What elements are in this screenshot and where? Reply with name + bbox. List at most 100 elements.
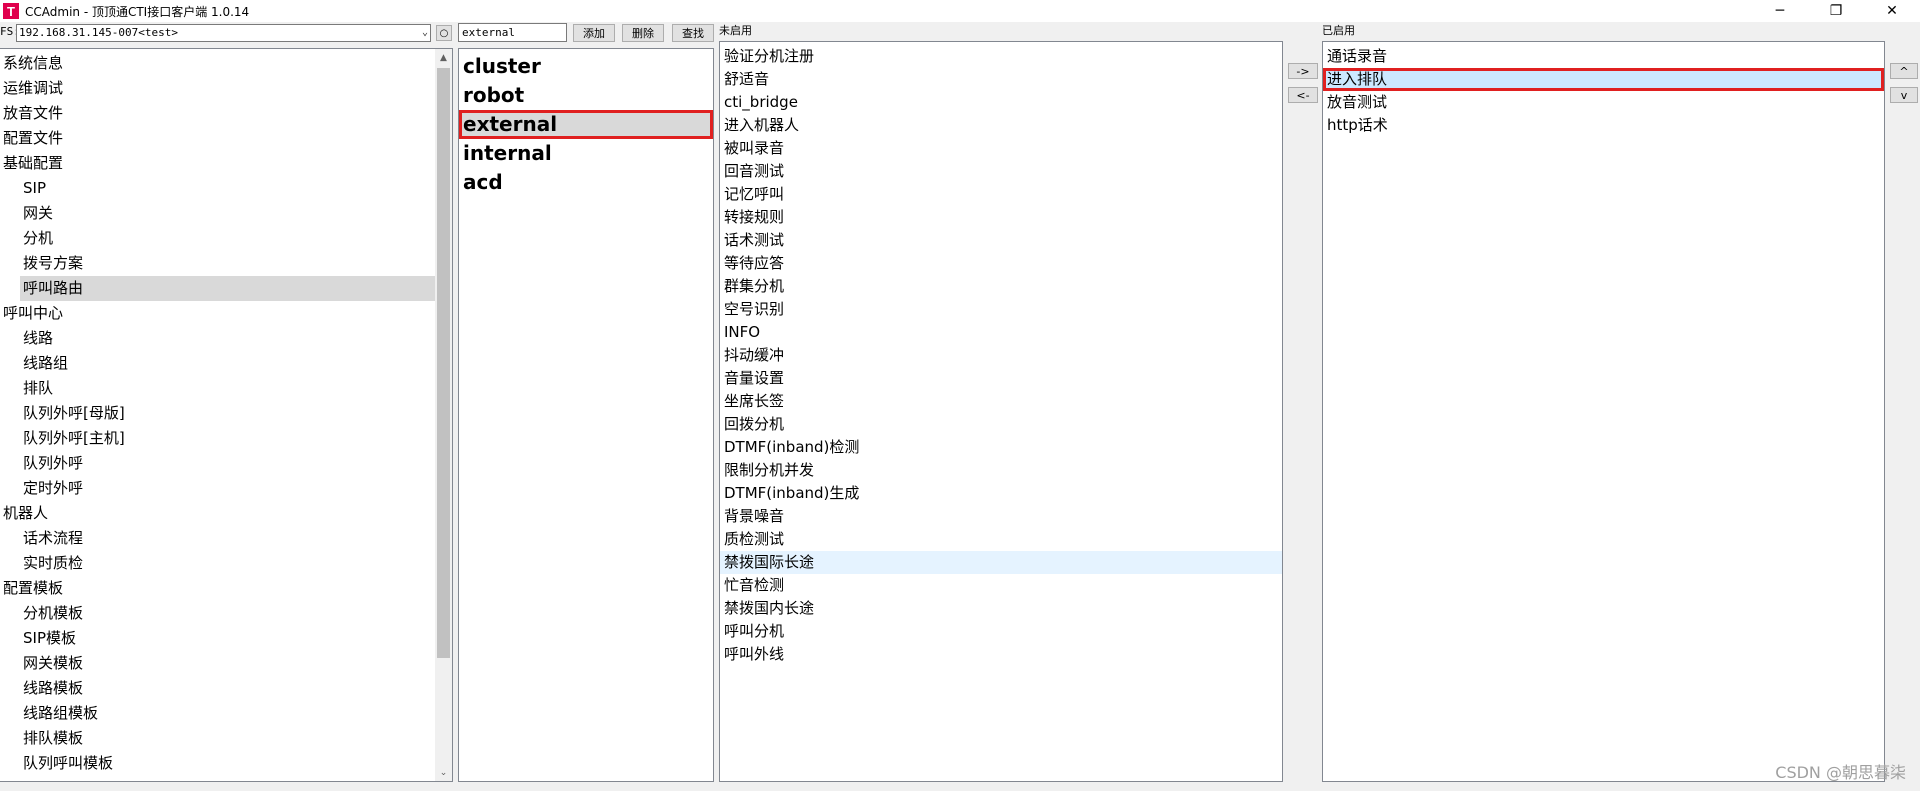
context-item[interactable]: cluster	[459, 52, 713, 81]
title-bar: T CCAdmin - 顶顶通CTI接口客户端 1.0.14 ─ ❐ ✕	[0, 0, 1920, 22]
tree-item[interactable]: SIP	[0, 176, 452, 201]
tree-item[interactable]: 放音文件	[0, 101, 452, 126]
context-items: cluster robot external internal acd	[459, 49, 713, 197]
enabled-item[interactable]: 通话录音	[1323, 45, 1884, 68]
tree-item[interactable]: 实时质检	[0, 551, 452, 576]
minimize-button[interactable]: ─	[1752, 0, 1808, 22]
tree-item[interactable]: 拨号方案	[0, 251, 452, 276]
enabled-item[interactable]: 放音测试	[1323, 91, 1884, 114]
disabled-list[interactable]: 验证分机注册 舒适音 cti_bridge 进入机器人 被叫录音 回音测试 记忆呼叫 转接规则…	[719, 41, 1283, 782]
disabled-item[interactable]: 转接规则	[720, 206, 1282, 229]
tree-item[interactable]: 线路模板	[0, 676, 452, 701]
disabled-item[interactable]: 呼叫分机	[720, 620, 1282, 643]
move-down-button[interactable]: v	[1890, 87, 1918, 103]
tree-item[interactable]: 队列外呼[主机]	[0, 426, 452, 451]
tree-item[interactable]: 队列外呼[母版]	[0, 401, 452, 426]
disabled-item[interactable]: 记忆呼叫	[720, 183, 1282, 206]
enabled-items: 通话录音 进入排队 放音测试 http话术	[1323, 42, 1884, 137]
disabled-item[interactable]: 空号识别	[720, 298, 1282, 321]
tree-item[interactable]: 队列外呼	[0, 451, 452, 476]
enabled-item[interactable]: 进入排队	[1323, 68, 1884, 91]
context-item[interactable]: internal	[459, 139, 713, 168]
disabled-item[interactable]: 限制分机并发	[720, 459, 1282, 482]
enabled-list[interactable]: 通话录音 进入排队 放音测试 http话术	[1322, 41, 1885, 782]
disabled-item[interactable]: 被叫录音	[720, 137, 1282, 160]
disabled-item[interactable]: DTMF(inband)生成	[720, 482, 1282, 505]
server-select[interactable]: 192.168.31.145-007<test> ⌄	[16, 24, 431, 42]
context-list[interactable]: cluster robot external internal acd	[458, 48, 714, 782]
tree-item[interactable]: 网关	[0, 201, 452, 226]
tree-item[interactable]: 分机模板	[0, 601, 452, 626]
disabled-item[interactable]: 验证分机注册	[720, 45, 1282, 68]
move-left-button[interactable]: <-	[1288, 87, 1318, 103]
restore-button[interactable]: ❐	[1808, 0, 1864, 22]
tree-item[interactable]: SIP模板	[0, 626, 452, 651]
disabled-item[interactable]: 坐席长签	[720, 390, 1282, 413]
disabled-item[interactable]: 群集分机	[720, 275, 1282, 298]
disabled-item[interactable]: 话术测试	[720, 229, 1282, 252]
disabled-item[interactable]: 禁拨国际长途	[720, 551, 1282, 574]
disabled-items: 验证分机注册 舒适音 cti_bridge 进入机器人 被叫录音 回音测试 记忆呼叫 转接规则…	[720, 42, 1282, 666]
app-icon: T	[3, 3, 19, 19]
tree-item[interactable]: 话术流程	[0, 526, 452, 551]
tree-item[interactable]: 线路	[0, 326, 452, 351]
tree-list: 系统信息 运维调试 放音文件 配置文件 基础配置 SIP 网关 分机 拨号方案 呼叫路由 呼叫中心线…	[0, 49, 452, 776]
disabled-item[interactable]: 舒适音	[720, 68, 1282, 91]
tree-item[interactable]: 分机	[0, 226, 452, 251]
move-up-button[interactable]: ^	[1890, 63, 1918, 79]
context-item[interactable]: acd	[459, 168, 713, 197]
find-button[interactable]: 查找	[672, 24, 714, 42]
disabled-panel-label: 未启用	[719, 24, 752, 37]
delete-button[interactable]: 删除	[622, 24, 664, 42]
add-button[interactable]: 添加	[573, 24, 615, 42]
window-title: CCAdmin - 顶顶通CTI接口客户端 1.0.14	[25, 4, 250, 19]
chevron-down-icon: ⌄	[421, 27, 428, 38]
scroll-up-icon[interactable]: ▲	[435, 49, 452, 66]
disabled-item[interactable]: 回拨分机	[720, 413, 1282, 436]
status-strip	[0, 786, 1920, 791]
tree-item[interactable]: 网关模板	[0, 651, 452, 676]
disabled-item[interactable]: 音量设置	[720, 367, 1282, 390]
search-input[interactable]: external	[458, 23, 567, 42]
disabled-item[interactable]: 进入机器人	[720, 114, 1282, 137]
disabled-item[interactable]: 质检测试	[720, 528, 1282, 551]
tree-item[interactable]: 配置文件	[0, 126, 452, 151]
context-item[interactable]: external	[459, 110, 713, 139]
move-right-button[interactable]: ->	[1288, 63, 1318, 79]
disabled-item[interactable]: 等待应答	[720, 252, 1282, 275]
tree-item[interactable]: 运维调试	[0, 76, 452, 101]
disabled-item[interactable]: 禁拨国内长途	[720, 597, 1282, 620]
tree-item[interactable]: 队列呼叫模板	[0, 751, 452, 776]
tree-item[interactable]: 呼叫中心	[0, 301, 452, 326]
disabled-item[interactable]: 背景噪音	[720, 505, 1282, 528]
scroll-thumb[interactable]	[437, 68, 450, 658]
disabled-item[interactable]: DTMF(inband)检测	[720, 436, 1282, 459]
tree-item[interactable]: 定时外呼	[0, 476, 452, 501]
tree-item[interactable]: 系统信息	[0, 51, 452, 76]
tree-item[interactable]: 基础配置	[0, 151, 452, 176]
disabled-item[interactable]: INFO	[720, 321, 1282, 344]
enabled-item[interactable]: http话术	[1323, 114, 1884, 137]
enabled-panel-label: 已启用	[1322, 24, 1355, 37]
watermark: CSDN @朝思暮柒	[1775, 763, 1906, 782]
window-controls: ─ ❐ ✕	[1752, 0, 1920, 22]
disabled-item[interactable]: 抖动缓冲	[720, 344, 1282, 367]
context-item[interactable]: robot	[459, 81, 713, 110]
disabled-item[interactable]: 忙音检测	[720, 574, 1282, 597]
disabled-item[interactable]: 回音测试	[720, 160, 1282, 183]
tree-item[interactable]: 排队模板	[0, 726, 452, 751]
disabled-item[interactable]: 呼叫外线	[720, 643, 1282, 666]
tree-item[interactable]: 排队	[0, 376, 452, 401]
tree-item[interactable]: 机器人	[0, 501, 452, 526]
tree-scrollbar[interactable]: ▲ ⌄	[435, 49, 452, 781]
scroll-down-icon[interactable]: ⌄	[435, 764, 452, 781]
close-button[interactable]: ✕	[1864, 0, 1920, 22]
disabled-item[interactable]: cti_bridge	[720, 91, 1282, 114]
tree-item[interactable]: 配置模板	[0, 576, 452, 601]
refresh-button[interactable]: ○	[436, 25, 452, 41]
tree-item[interactable]: 呼叫路由	[20, 276, 452, 301]
tree-item[interactable]: 线路组	[0, 351, 452, 376]
server-select-value: 192.168.31.145-007<test>	[19, 26, 178, 39]
tree-item[interactable]: 线路组模板	[0, 701, 452, 726]
nav-tree[interactable]: 系统信息 运维调试 放音文件 配置文件 基础配置 SIP 网关 分机 拨号方案 呼叫路由 呼叫中心线…	[0, 48, 453, 782]
